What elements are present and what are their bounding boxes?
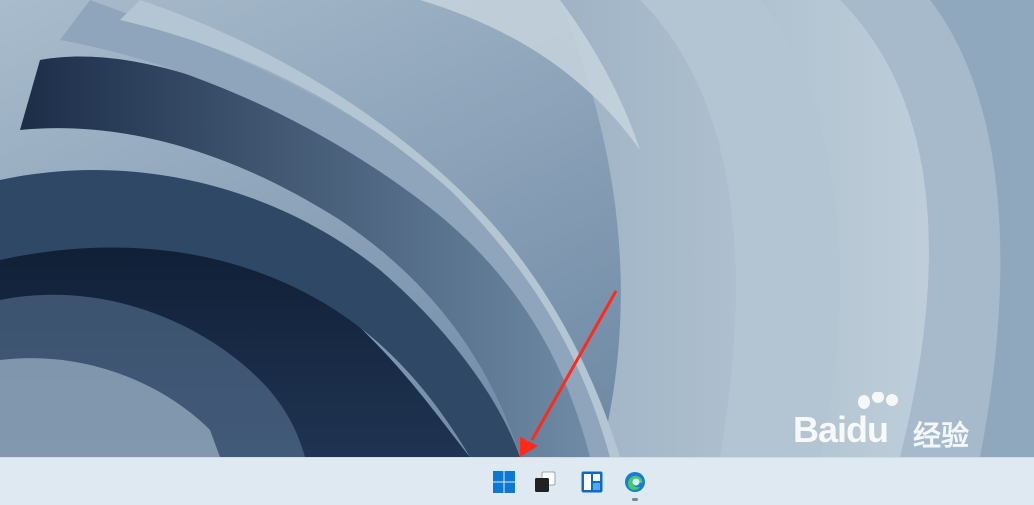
wallpaper-bloom-graphic xyxy=(0,0,1034,457)
task-view-button[interactable] xyxy=(529,466,561,498)
widgets-button[interactable] xyxy=(576,466,608,498)
taskbar xyxy=(0,457,1034,505)
task-view-icon xyxy=(535,471,556,492)
running-indicator xyxy=(632,498,638,501)
windows-start-icon xyxy=(493,471,515,493)
desktop-wallpaper xyxy=(0,0,1034,457)
edge-icon xyxy=(625,472,645,492)
edge-browser-button[interactable] xyxy=(619,466,651,501)
widgets-icon xyxy=(581,471,603,493)
start-button[interactable] xyxy=(488,466,520,498)
